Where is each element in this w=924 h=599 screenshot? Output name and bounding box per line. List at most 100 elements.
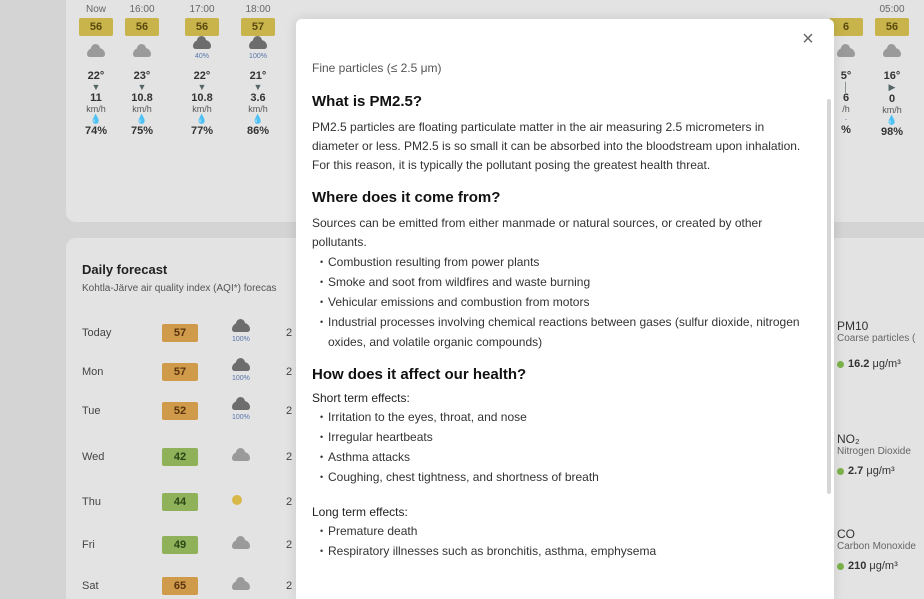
daily-row[interactable]: Mon 57 100% 2 — [82, 358, 293, 386]
pollutant-description: Nitrogen Dioxide — [837, 446, 911, 457]
aqi-badge: 49 — [162, 536, 198, 554]
humidity-icon: 💧 — [886, 115, 898, 125]
sun-cloud-icon — [232, 495, 242, 505]
aqi-badge: 6 — [829, 18, 863, 36]
health-section: How does it affect our health? Short ter… — [312, 366, 810, 561]
hour-label: 17:00 — [189, 4, 215, 15]
health-heading: How does it affect our health? — [312, 366, 527, 383]
daily-forecast-title: Daily forecast — [82, 262, 168, 277]
pollutant-name: NO₂ — [837, 432, 860, 446]
daily-row[interactable]: Sat 65 2 — [82, 574, 292, 599]
rain-cloud-icon — [232, 397, 250, 410]
status-dot-icon — [837, 562, 844, 570]
cloud-icon — [133, 44, 151, 57]
pollutant-no2[interactable]: NO₂ Nitrogen Dioxide 2.7 μg/m³ — [837, 432, 924, 477]
hourly-column: 05:00 56 16° ▶ 0 km/h 💧 98% — [872, 4, 912, 138]
cloud-icon — [87, 44, 105, 57]
pollutant-value: 210 μg/m³ — [837, 560, 924, 572]
precipitation-chance: 100% — [232, 336, 250, 343]
list-item: Combustion resulting from power plants — [320, 252, 810, 272]
aqi-badge: 56 — [185, 18, 219, 36]
sources-list: Combustion resulting from power plants S… — [312, 252, 810, 352]
aqi-badge: 42 — [162, 448, 198, 466]
cloud-icon — [232, 448, 250, 461]
rain-cloud-icon — [193, 36, 211, 49]
humidity-icon: 💧 — [196, 114, 208, 124]
list-item: Premature death — [320, 521, 810, 541]
cloud-icon — [232, 577, 250, 590]
wind-unit: km/h — [86, 104, 106, 114]
day-label: Wed — [82, 451, 105, 463]
humidity: 77% — [190, 125, 214, 137]
temperature: 2 — [286, 580, 293, 592]
cloud-icon — [883, 44, 901, 57]
pollutant-value: 2.7 μg/m³ — [837, 465, 924, 477]
day-label: Sat — [82, 580, 99, 592]
list-item: Irregular heartbeats — [320, 427, 810, 447]
pollutant-description: Carbon Monoxide — [837, 541, 916, 552]
pollutant-description: Coarse particles ( — [837, 333, 916, 344]
wind-unit: km/h — [132, 104, 152, 114]
where-section: Where does it come from? Sources can be … — [312, 189, 810, 352]
rain-cloud-icon — [232, 319, 250, 332]
daily-row[interactable]: Wed 42 2 — [82, 445, 292, 471]
pollutant-co[interactable]: CO Carbon Monoxide 210 μg/m³ — [837, 527, 924, 572]
status-dot-icon — [837, 467, 844, 475]
humidity-icon: 💧 — [252, 114, 264, 124]
day-label: Tue — [82, 405, 101, 417]
daily-row[interactable]: Today 57 100% 2 — [82, 319, 293, 347]
daily-row[interactable]: Fri 49 2 — [82, 533, 292, 559]
pollutant-value: 16.2 μg/m³ — [837, 358, 924, 370]
wind-speed: 10.8 — [191, 92, 213, 104]
temperature: 21° — [249, 70, 267, 82]
precipitation-chance: 100% — [232, 375, 250, 382]
precipitation-chance: 40% — [194, 53, 209, 60]
day-label: Fri — [82, 539, 95, 551]
modal-subtitle: Fine particles (≤ 2.5 μm) — [312, 61, 442, 75]
temperature: 2 — [286, 539, 293, 551]
wind-speed: 3.6 — [250, 92, 266, 104]
hourly-column: 16:00 56 23° ▼ 10.8 km/h 💧 75% — [122, 4, 162, 137]
short-term-label: Short term effects: — [312, 391, 410, 405]
hour-label: 16:00 — [129, 4, 155, 15]
temperature: 2 — [286, 327, 293, 339]
rain-cloud-icon — [249, 36, 267, 49]
pollutant-pm10[interactable]: PM10 Coarse particles ( 16.2 μg/m³ — [837, 319, 924, 370]
wind-unit: km/h — [192, 104, 212, 114]
aqi-badge: 57 — [241, 18, 275, 36]
humidity: 98% — [880, 126, 904, 138]
aqi-badge: 44 — [162, 493, 198, 511]
precipitation-chance: 100% — [232, 414, 250, 421]
modal-content: Fine particles (≤ 2.5 μm) What is PM2.5?… — [296, 19, 826, 575]
status-dot-icon — [837, 360, 844, 368]
daily-row[interactable]: Tue 52 100% 2 — [82, 397, 292, 425]
precipitation-chance: 100% — [249, 53, 267, 60]
rain-cloud-icon — [232, 358, 250, 371]
temperature: 2 — [286, 366, 293, 378]
day-label: Thu — [82, 496, 101, 508]
list-item: Asthma attacks — [320, 447, 810, 467]
humidity: 75% — [130, 125, 154, 137]
aqi-badge: 57 — [162, 363, 198, 381]
humidity-icon: 💧 — [136, 114, 148, 124]
aqi-badge: 56 — [79, 18, 113, 36]
pollutant-name: CO — [837, 527, 855, 541]
daily-row[interactable]: Thu 44 2 — [82, 490, 292, 516]
where-heading: Where does it come from? — [312, 189, 501, 206]
aqi-badge: 56 — [125, 18, 159, 36]
aqi-badge: 65 — [162, 577, 198, 595]
humidity: 74% — [84, 125, 108, 137]
wind-unit: km/h — [248, 104, 268, 114]
temperature: 2 — [286, 496, 293, 508]
day-label: Today — [82, 327, 112, 339]
humidity: 86% — [246, 125, 270, 137]
wind-direction-icon: ▼ — [253, 82, 263, 92]
temperature: 23° — [133, 70, 151, 82]
list-item: Smoke and soot from wildfires and waste … — [320, 272, 810, 292]
hour-label: Now — [85, 4, 106, 15]
humidity-icon: 💧 — [90, 114, 102, 124]
modal-scrollbar[interactable] — [827, 99, 831, 494]
wind-speed: 10.8 — [131, 92, 153, 104]
list-item: Coughing, chest tightness, and shortness… — [320, 467, 810, 487]
hourly-column: 18:00 57 100% 21° ▼ 3.6 km/h 💧 86% — [238, 4, 278, 137]
